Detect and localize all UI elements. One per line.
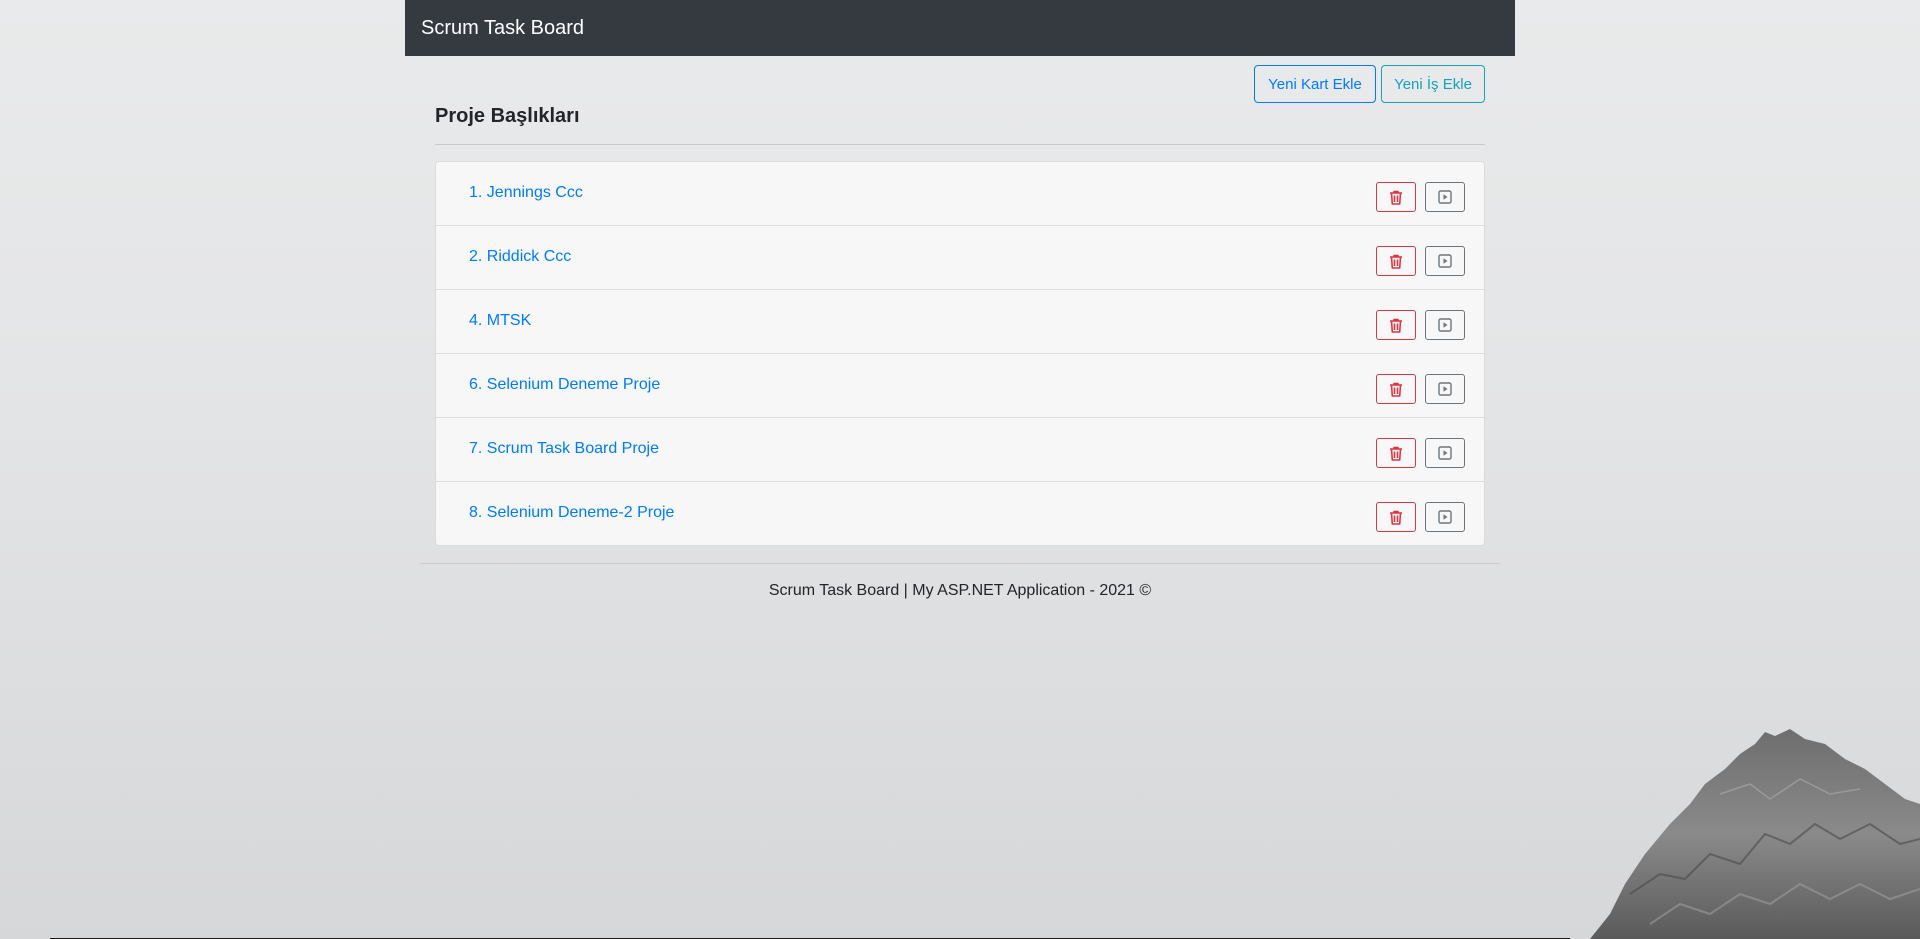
row-actions <box>1376 438 1465 468</box>
delete-button[interactable] <box>1376 374 1416 404</box>
title-divider <box>435 144 1485 145</box>
open-button[interactable] <box>1425 438 1465 468</box>
open-button[interactable] <box>1425 246 1465 276</box>
row-actions <box>1376 246 1465 276</box>
list-item: 1. Jennings Ccc <box>436 162 1484 225</box>
delete-button[interactable] <box>1376 182 1416 212</box>
play-square-icon <box>1438 510 1452 524</box>
row-actions <box>1376 374 1465 404</box>
project-link[interactable]: 4. MTSK <box>469 312 531 330</box>
trash-icon <box>1390 254 1402 269</box>
play-square-icon <box>1438 254 1452 268</box>
trash-icon <box>1390 318 1402 333</box>
delete-button[interactable] <box>1376 438 1416 468</box>
delete-button[interactable] <box>1376 310 1416 340</box>
background-rock-image <box>1590 729 1920 939</box>
open-button[interactable] <box>1425 310 1465 340</box>
row-actions <box>1376 502 1465 532</box>
open-button[interactable] <box>1425 502 1465 532</box>
open-button[interactable] <box>1425 374 1465 404</box>
navbar-brand[interactable]: Scrum Task Board <box>421 17 584 40</box>
delete-button[interactable] <box>1376 502 1416 532</box>
list-item: 4. MTSK <box>436 289 1484 353</box>
project-link[interactable]: 1. Jennings Ccc <box>469 184 583 202</box>
row-actions <box>1376 310 1465 340</box>
main-container: Scrum Task Board Yeni Kart Ekle Yeni İş … <box>405 0 1515 600</box>
row-actions <box>1376 182 1465 212</box>
delete-button[interactable] <box>1376 246 1416 276</box>
trash-icon <box>1390 446 1402 461</box>
play-square-icon <box>1438 446 1452 460</box>
project-link[interactable]: 2. Riddick Ccc <box>469 248 571 266</box>
navbar: Scrum Task Board <box>405 0 1515 56</box>
list-item: 2. Riddick Ccc <box>436 225 1484 289</box>
add-task-button[interactable]: Yeni İş Ekle <box>1381 65 1485 103</box>
add-card-button[interactable]: Yeni Kart Ekle <box>1254 65 1376 103</box>
project-list: 1. Jennings Ccc 2. Riddick Ccc 4. MTSK 6… <box>435 161 1485 546</box>
top-toolbar: Yeni Kart Ekle Yeni İş Ekle <box>1254 65 1485 103</box>
footer-text: Scrum Task Board | My ASP.NET Applicatio… <box>768 582 1152 599</box>
list-item: 6. Selenium Deneme Proje <box>436 353 1484 417</box>
project-link[interactable]: 7. Scrum Task Board Proje <box>469 440 659 458</box>
project-link[interactable]: 6. Selenium Deneme Proje <box>469 376 660 394</box>
open-button[interactable] <box>1425 182 1465 212</box>
play-square-icon <box>1438 318 1452 332</box>
project-link[interactable]: 8. Selenium Deneme-2 Proje <box>469 504 674 522</box>
list-item: 8. Selenium Deneme-2 Proje <box>436 481 1484 545</box>
trash-icon <box>1390 382 1402 397</box>
page-content: Yeni Kart Ekle Yeni İş Ekle Proje Başlık… <box>405 56 1515 546</box>
trash-icon <box>1390 510 1402 525</box>
play-square-icon <box>1438 190 1452 204</box>
list-item: 7. Scrum Task Board Proje <box>436 417 1484 481</box>
play-square-icon <box>1438 382 1452 396</box>
trash-icon <box>1390 190 1402 205</box>
